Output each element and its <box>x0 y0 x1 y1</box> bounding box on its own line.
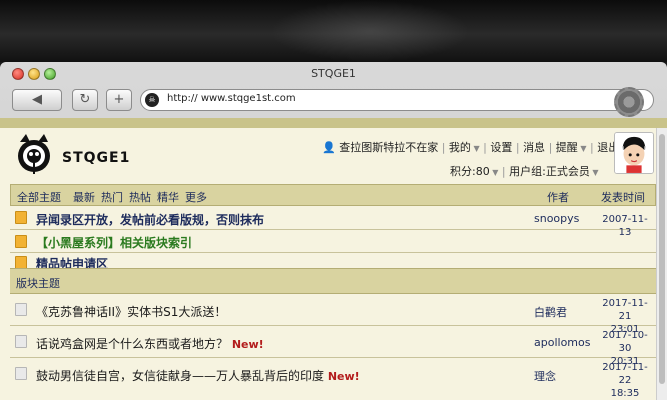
site-brand[interactable]: STQGE1 <box>62 150 130 166</box>
thread-title[interactable]: 异闻录区开放，发帖前必看版规，否则抹布 <box>36 211 264 228</box>
avatar[interactable] <box>614 132 654 174</box>
gear-icon[interactable] <box>614 87 644 117</box>
thread-title[interactable]: 【小黑屋系列】相关版块索引 <box>36 234 192 251</box>
points-menu[interactable]: 积分:80 <box>450 165 490 178</box>
thread-author[interactable]: snoopys <box>534 212 579 225</box>
folder-icon <box>15 211 27 224</box>
chevron-down-icon: ▼ <box>489 168 499 177</box>
divider: | <box>589 141 594 154</box>
new-badge: New! <box>231 338 264 351</box>
thread-author[interactable]: apollomos <box>534 336 590 349</box>
section-label: 版块主题 <box>16 277 60 290</box>
messages-link[interactable]: 消息 <box>523 141 545 154</box>
scrollbar-thumb[interactable] <box>659 134 665 384</box>
vertical-scrollbar[interactable] <box>656 128 667 400</box>
thread-title[interactable]: 《克苏鲁神话II》实体书S1大派送！ <box>36 303 226 320</box>
divider: | <box>483 141 487 154</box>
thread-filter-bar: 全部主题 最新 热门 热帖 精华 更多 作者 发表时间 <box>10 184 656 206</box>
section-header: 版块主题 <box>10 268 656 294</box>
mine-menu[interactable]: 我的 <box>449 141 471 154</box>
back-button[interactable]: ◀ <box>12 89 62 111</box>
tab-digest[interactable]: 精华 <box>157 189 179 205</box>
divider: | <box>548 141 553 154</box>
window-title: STQGE1 <box>311 67 356 80</box>
username-link[interactable]: 查拉图斯特拉不在家 <box>339 141 438 154</box>
thread-author[interactable]: 理念 <box>534 368 556 384</box>
thread-icon <box>15 367 27 380</box>
tab-all-threads[interactable]: 全部主题 <box>17 189 61 205</box>
back-arrow-icon: ◀ <box>32 92 42 107</box>
divider: | <box>501 165 506 178</box>
thread-icon <box>15 303 27 316</box>
desktop-backdrop <box>0 0 667 62</box>
plus-icon: + <box>113 92 125 107</box>
user-group-menu[interactable]: 用户组:正式会员 <box>509 165 590 178</box>
page-top-stripe <box>0 118 667 128</box>
table-row[interactable]: 鼓动男信徒自宫，女信徒献身——万人暴乱背后的印度 New! 理念 2017-11… <box>10 358 656 400</box>
reload-button[interactable]: ↻ <box>72 89 98 111</box>
web-page: STQGE1 👤 查拉图斯特拉不在家 | 我的 ▼ | 设置 | 消息 | 提醒… <box>0 118 667 400</box>
tab-hot-posts[interactable]: 热帖 <box>129 189 151 205</box>
chevron-down-icon: ▼ <box>589 168 599 177</box>
site-logo-icon[interactable] <box>14 132 54 176</box>
thread-icon <box>15 335 27 348</box>
reminders-menu[interactable]: 提醒 <box>556 141 578 154</box>
backdrop-glow <box>270 0 470 62</box>
tab-hot[interactable]: 热门 <box>101 189 123 205</box>
divider: | <box>441 141 446 154</box>
user-menu: 👤 查拉图斯特拉不在家 | 我的 ▼ | 设置 | 消息 | 提醒 ▼ | 退出 <box>322 139 619 155</box>
url-text: http:// www.stqge1st.com <box>167 93 296 104</box>
thread-title[interactable]: 话说鸡盒网是个什么东西或者地方？ New! <box>36 335 264 352</box>
tab-latest[interactable]: 最新 <box>73 189 95 205</box>
settings-link[interactable]: 设置 <box>490 141 512 154</box>
author-column-header: 作者 <box>547 191 569 204</box>
thread-author[interactable]: 白鹳君 <box>534 304 567 320</box>
folder-icon <box>15 235 27 248</box>
site-favicon-icon: ☠ <box>145 93 159 107</box>
browser-window: STQGE1 ◀ ↻ + ☠ http:// www.stqge1st.com … <box>0 62 667 400</box>
user-stats: 积分:80 ▼ | 用户组:正式会员 ▼ <box>450 163 599 179</box>
title-bar: STQGE1 <box>0 62 667 86</box>
thread-title[interactable]: 鼓动男信徒自宫，女信徒献身——万人暴乱背后的印度 New! <box>36 367 360 384</box>
user-icon: 👤 <box>322 141 336 154</box>
browser-toolbar: ◀ ↻ + ☠ http:// www.stqge1st.com <box>0 86 667 118</box>
time-column-header: 发表时间 <box>601 191 645 204</box>
divider: | <box>515 141 520 154</box>
reload-icon: ↻ <box>79 92 91 107</box>
chevron-down-icon: ▼ <box>470 144 480 153</box>
new-badge: New! <box>327 370 360 383</box>
add-bookmark-button[interactable]: + <box>106 89 132 111</box>
thread-date: 2017-11-22 18:35 <box>602 362 648 399</box>
table-row[interactable]: 话说鸡盒网是个什么东西或者地方？ New! apollomos 2017-10-… <box>10 326 656 367</box>
table-row[interactable]: 【小黑屋系列】相关版块索引 <box>10 230 656 253</box>
tab-more[interactable]: 更多 <box>185 189 207 205</box>
chevron-down-icon: ▼ <box>577 144 587 153</box>
table-row[interactable]: 《克苏鲁神话II》实体书S1大派送！ 白鹳君 2017-11-21 23:01 <box>10 294 656 335</box>
address-bar[interactable]: ☠ http:// www.stqge1st.com <box>140 89 654 111</box>
table-row[interactable]: 异闻录区开放，发帖前必看版规，否则抹布 snoopys 2007-11-13 <box>10 206 656 238</box>
